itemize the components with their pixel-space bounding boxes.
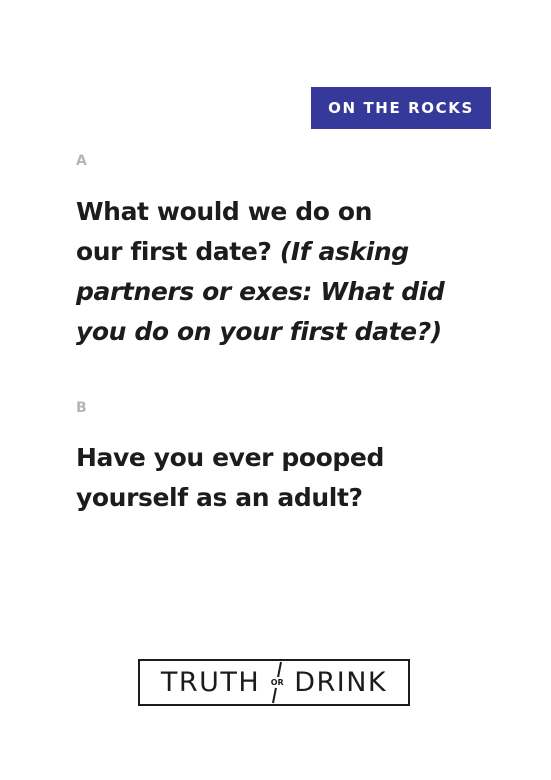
section-letter-b: B: [76, 400, 87, 416]
question-b-line-1: Have you ever pooped: [76, 443, 384, 472]
logo-word-or: OR: [270, 677, 284, 688]
question-b: Have you ever pooped yourself as an adul…: [76, 438, 496, 518]
question-a-line-3: partners or exes: What did: [76, 277, 445, 306]
question-a-line-2: our first date? (If asking: [76, 232, 496, 272]
question-a-line-4: you do on your first date?): [76, 317, 442, 346]
logo-word-drink: DRINK: [294, 667, 388, 698]
category-badge: ON THE ROCKS: [311, 87, 491, 129]
question-a: What would we do on our first date? (If …: [76, 192, 496, 352]
logo-or-mark: OR: [264, 661, 290, 704]
question-a-line-1: What would we do on: [76, 197, 373, 226]
logo-word-truth: TRUTH: [160, 667, 261, 698]
section-letter-a: A: [76, 153, 87, 169]
question-a-line-2-italic: (If asking: [279, 237, 409, 266]
truth-or-drink-logo: TRUTH OR DRINK: [138, 659, 410, 706]
question-b-line-2: yourself as an adult?: [76, 483, 363, 512]
question-a-line-2-regular: our first date?: [76, 237, 272, 266]
